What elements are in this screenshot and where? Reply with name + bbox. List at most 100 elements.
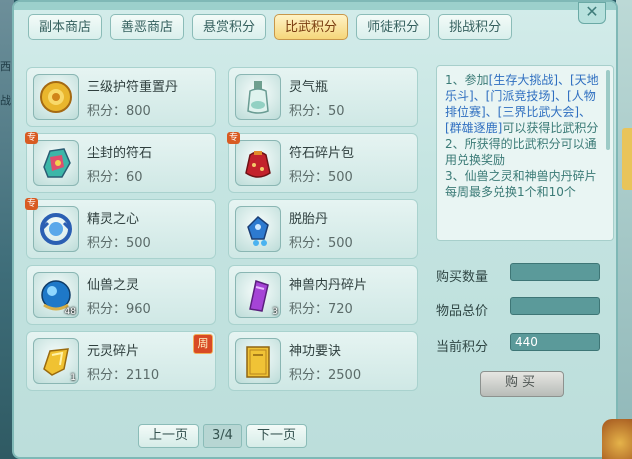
spirit-heart-icon xyxy=(40,213,72,245)
price-value: 2110 xyxy=(126,368,160,383)
price-label: 积分： xyxy=(289,104,329,119)
gold-amulet-icon xyxy=(40,81,72,113)
tab-bounty-points[interactable]: 悬赏积分 xyxy=(192,14,267,40)
tab-karma-shop[interactable]: 善恶商店 xyxy=(110,14,185,40)
side-tab[interactable] xyxy=(622,128,632,190)
price-value: 800 xyxy=(126,104,151,119)
price-value: 960 xyxy=(126,302,151,317)
background-right xyxy=(616,0,632,459)
item-quantity: 1 xyxy=(70,373,76,383)
item-slot: 1 xyxy=(33,338,79,384)
item-name: 灵气瓶 xyxy=(289,80,329,95)
shop-item[interactable]: 3 神兽内丹碎片 积分：720 xyxy=(228,265,418,325)
item-price: 积分：500 xyxy=(87,232,151,251)
item-name: 仙兽之灵 xyxy=(87,278,140,293)
price-value: 500 xyxy=(328,236,353,251)
shop-item[interactable]: 专 符石碎片包 积分：500 xyxy=(227,132,418,193)
item-price: 积分：60 xyxy=(87,166,143,185)
item-price: 积分：500 xyxy=(289,166,353,185)
shop-item[interactable]: 灵气瓶 积分：50 xyxy=(228,67,418,127)
close-button[interactable]: ✕ xyxy=(578,2,606,24)
shop-item[interactable]: 48 仙兽之灵 积分：960 xyxy=(26,265,216,325)
item-name: 精灵之心 xyxy=(87,212,140,227)
rule-line-1: 1、参加[生存大挑战]、[天地乐斗]、[门派竞技场]、[人物排位赛]、[三界比武… xyxy=(445,72,605,136)
item-price: 积分：2500 xyxy=(289,364,361,383)
exclusive-tag: 专 xyxy=(25,132,39,144)
item-name: 神兽内丹碎片 xyxy=(289,278,368,293)
item-slot: 3 xyxy=(235,272,281,318)
item-name: 符石碎片包 xyxy=(289,146,355,161)
price-value: 50 xyxy=(328,104,345,119)
item-price: 积分：2110 xyxy=(87,364,159,383)
item-price: 积分：50 xyxy=(289,100,345,119)
item-name: 元灵碎片 xyxy=(87,344,140,359)
spirit-bottle-icon xyxy=(247,81,269,114)
rune-fragment-bag-icon xyxy=(245,151,271,178)
price-label: 积分： xyxy=(87,302,127,317)
item-price: 积分：800 xyxy=(87,100,151,119)
description-scrollbar[interactable] xyxy=(606,70,610,150)
shop-item[interactable]: 脱胎丹 积分：500 xyxy=(228,199,418,259)
current-points-label: 当前积分 xyxy=(436,340,489,355)
item-price: 积分：720 xyxy=(289,298,353,317)
item-slot xyxy=(235,206,281,252)
price-label: 积分： xyxy=(289,236,329,251)
window-frame xyxy=(14,2,616,10)
shop-item[interactable]: 专 尘封的符石 积分：60 xyxy=(25,132,216,193)
item-name: 尘封的符石 xyxy=(87,146,153,161)
tab-dungeon-shop[interactable]: 副本商店 xyxy=(28,14,103,40)
quantity-label: 购买数量 xyxy=(436,270,489,285)
item-quantity: 3 xyxy=(272,307,278,317)
corner-decoration-icon[interactable] xyxy=(602,419,632,459)
prev-page-button[interactable]: 上一页 xyxy=(138,424,200,448)
shop-item[interactable]: 神功要诀 积分：2500 xyxy=(228,331,418,391)
price-label: 积分： xyxy=(289,170,329,185)
price-value: 720 xyxy=(328,302,353,317)
page-indicator: 3/4 xyxy=(203,424,242,448)
rules-description: 1、参加[生存大挑战]、[天地乐斗]、[门派竞技场]、[人物排位赛]、[三界比武… xyxy=(436,65,614,241)
total-price-value xyxy=(510,297,600,315)
buy-button[interactable]: 购买 xyxy=(480,371,564,397)
total-price-label: 物品总价 xyxy=(436,304,489,319)
item-slot xyxy=(235,140,281,186)
shop-item[interactable]: 1 周 元灵碎片 积分：2110 xyxy=(26,331,216,391)
exclusive-tag: 专 xyxy=(227,132,241,144)
price-value: 500 xyxy=(328,170,353,185)
item-name: 三级护符重置丹 xyxy=(87,80,179,95)
background-text: 西 xyxy=(0,60,11,73)
tab-mentor-points[interactable]: 师徒积分 xyxy=(356,14,431,40)
tab-challenge-points[interactable]: 挑战积分 xyxy=(438,14,513,40)
item-quantity: 48 xyxy=(64,307,76,317)
rule-text: 1、参加 xyxy=(445,73,489,87)
price-label: 积分： xyxy=(289,368,329,383)
background-text: 战 xyxy=(0,94,11,107)
quantity-input[interactable] xyxy=(510,263,600,281)
pagination: 上一页 3/4 下一页 xyxy=(138,424,307,448)
item-price: 积分：500 xyxy=(289,232,353,251)
item-slot xyxy=(235,74,281,120)
tab-duel-points[interactable]: 比武积分 xyxy=(274,14,349,40)
shop-tabs: 副本商店 善恶商店 悬赏积分 比武积分 师徒积分 挑战积分 xyxy=(28,14,513,40)
next-page-button[interactable]: 下一页 xyxy=(245,424,307,448)
price-label: 积分： xyxy=(87,104,127,119)
price-label: 积分： xyxy=(87,368,127,383)
item-name: 脱胎丹 xyxy=(289,212,329,227)
price-value: 2500 xyxy=(328,368,362,383)
shop-window: ✕ 副本商店 善恶商店 悬赏积分 比武积分 师徒积分 挑战积分 三级护符重置丹 … xyxy=(12,0,618,459)
price-value: 60 xyxy=(126,170,143,185)
item-slot xyxy=(235,338,281,384)
item-slot: 48 xyxy=(33,272,79,318)
price-label: 积分： xyxy=(87,236,127,251)
rule-text: 可以获得比武积分 xyxy=(502,121,599,135)
rune-stone-icon xyxy=(43,148,71,178)
item-slot xyxy=(33,74,79,120)
shop-item[interactable]: 专 精灵之心 积分：500 xyxy=(25,198,216,259)
rule-line-2: 2、所获得的比武积分可以通用兑换奖励 xyxy=(445,137,597,167)
item-slot xyxy=(33,140,79,186)
item-name: 神功要诀 xyxy=(289,344,342,359)
shop-item[interactable]: 三级护符重置丹 积分：800 xyxy=(26,67,216,127)
price-value: 500 xyxy=(126,236,151,251)
rebirth-pill-icon xyxy=(247,215,269,246)
item-slot xyxy=(33,206,79,252)
skill-book-icon xyxy=(246,346,270,378)
